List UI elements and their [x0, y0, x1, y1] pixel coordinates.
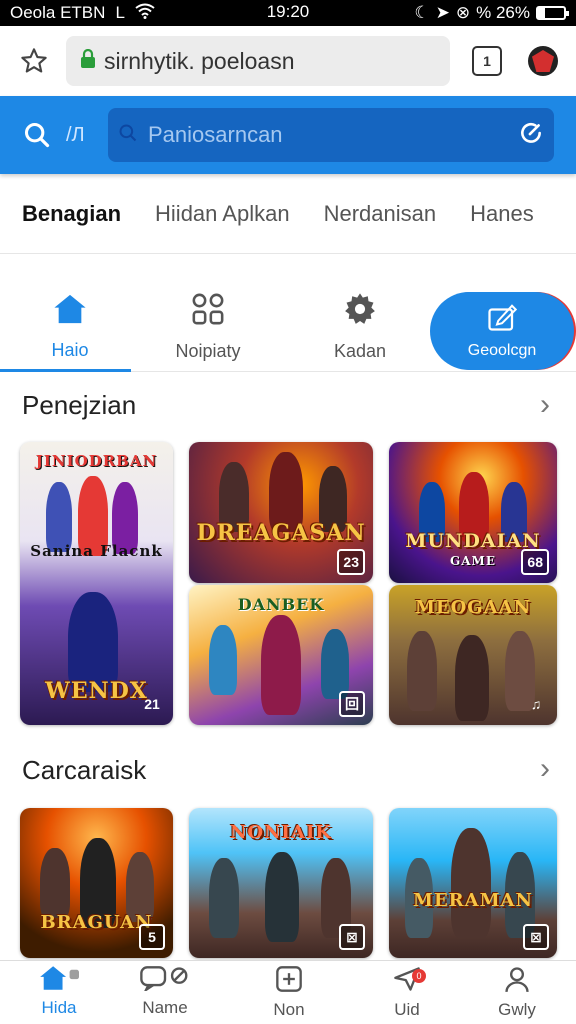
game-card[interactable]: MEOGAAN ♫	[389, 585, 557, 725]
url-field[interactable]: sirnhytik. poeloasn	[66, 36, 450, 86]
category-row: Benagian Hiidan Aplkan Nerdanisan Hanes	[0, 174, 576, 254]
tab-label: Haio	[51, 340, 89, 360]
home-icon	[53, 293, 87, 330]
hero-figure	[455, 635, 489, 721]
tab-apps[interactable]: Noipiaty	[138, 282, 278, 372]
hero-figure	[261, 615, 301, 715]
card-title: JINIODRBAN	[35, 452, 158, 470]
hero-figure	[68, 592, 118, 692]
add-icon	[275, 965, 303, 998]
game-card[interactable]: DREAGASAN 23	[189, 442, 373, 583]
tab-bar: Haio Noipiaty Kadan Geoolcgn	[0, 282, 576, 372]
bottom-nav: Hida Name Non 0 Uid Gwly	[0, 960, 576, 1024]
card-badge: 68	[521, 549, 549, 575]
card-badge: ⊠	[339, 924, 365, 950]
home-icon	[39, 965, 79, 996]
hero-figure	[407, 631, 437, 711]
refresh-icon[interactable]	[518, 120, 544, 151]
grid-icon	[191, 292, 225, 331]
search-input[interactable]: Paniosarncan	[108, 108, 554, 162]
bottom-nav-label: Hida	[41, 998, 77, 1017]
game-card[interactable]: NONIAIK ⊠	[189, 808, 373, 958]
tab-label: Kadan	[333, 341, 387, 361]
card-subtitle: Sanina Flacnk	[30, 542, 163, 560]
tab-label: Noipiaty	[175, 341, 241, 361]
category-item[interactable]: Hanes	[470, 201, 534, 227]
section-title: Carcaraisk	[22, 755, 147, 785]
card-title: NONIAIK	[229, 822, 333, 843]
bottom-nav-add[interactable]: Non	[234, 965, 344, 1020]
tab-edit[interactable]: Geoolcgn	[430, 292, 574, 370]
game-card[interactable]: MERAMAN ⊠	[389, 808, 557, 958]
bottom-nav-profile[interactable]: Gwly	[462, 965, 572, 1020]
bottom-nav-notifications[interactable]: 0 Uid	[352, 965, 462, 1020]
network-label: L	[115, 3, 125, 22]
game-card[interactable]: JINIODRBAN Sanina Flacnk WENDX 21	[20, 442, 173, 725]
card-title: DANBEK	[237, 595, 325, 614]
tab-settings[interactable]: Kadan	[290, 282, 430, 372]
chat-icon	[138, 965, 192, 996]
hero-figure	[321, 629, 349, 699]
card-title: MEOGAAN	[414, 597, 532, 618]
card-badge: ⊠	[523, 924, 549, 950]
category-item[interactable]: Nerdanisan	[324, 201, 437, 227]
card-badge: 5	[139, 924, 165, 950]
category-item[interactable]: Hiidan Aplkan	[155, 201, 290, 227]
card-badge: ♫	[530, 696, 542, 712]
hero-figure	[451, 828, 491, 938]
chevron-right-icon[interactable]: ›	[540, 388, 550, 422]
profile-avatar[interactable]	[528, 46, 558, 76]
card-title: MERAMAN	[413, 890, 533, 911]
tab-home[interactable]: Haio	[0, 282, 140, 372]
bottom-nav-home[interactable]: Hida	[4, 965, 114, 1018]
battery-fill	[538, 8, 545, 18]
status-bar: Oeola ETBN L 19:20 ☾ ➤ ⊗ % 26%	[0, 0, 576, 26]
wifi-icon	[135, 3, 155, 24]
notification-badge: 0	[412, 969, 426, 983]
category-item[interactable]: Benagian	[22, 201, 121, 227]
browser-toolbar: sirnhytik. poeloasn 1	[0, 26, 576, 96]
search-icon[interactable]	[22, 120, 52, 150]
card-title: DREAGASAN	[196, 520, 366, 546]
hero-figure	[40, 848, 70, 918]
battery-icon	[536, 6, 569, 20]
location-icon: ➤	[435, 3, 450, 22]
section-title: Penejzian	[22, 390, 137, 420]
bottom-nav-label: Non	[273, 1000, 305, 1019]
chevron-right-icon[interactable]: ›	[540, 752, 550, 786]
search-bar: /Л Paniosarncan	[0, 96, 576, 174]
voice-icon[interactable]: /Л	[66, 124, 94, 147]
url-text: sirnhytik. poeloasn	[104, 47, 295, 74]
search-field-icon	[118, 123, 138, 148]
search-placeholder: Paniosarncan	[148, 122, 283, 147]
game-card[interactable]: DANBEK 回	[189, 585, 373, 725]
bookmark-star-icon[interactable]	[16, 43, 52, 79]
hero-figure	[209, 858, 239, 938]
bottom-nav-label: Uid	[394, 1000, 420, 1019]
hero-figure	[209, 625, 237, 695]
edit-icon	[487, 303, 518, 336]
battery-label: % 26%	[476, 3, 530, 22]
tab-switcher-button[interactable]: 1	[472, 46, 502, 76]
alarm-icon: ⊗	[455, 3, 471, 22]
game-card[interactable]: BRAGUAN 5	[20, 808, 173, 958]
moon-icon: ☾	[414, 3, 430, 22]
hero-figure	[265, 852, 299, 942]
card-badge: 23	[337, 549, 365, 575]
card-badge: 回	[339, 691, 365, 717]
card-badge: 21	[144, 696, 160, 712]
user-icon	[503, 965, 531, 998]
bottom-nav-messages[interactable]: Name	[110, 965, 220, 1018]
game-card[interactable]: MUNDAIAN GAME 68	[389, 442, 557, 583]
bottom-nav-label: Gwly	[498, 1000, 536, 1019]
lock-icon	[80, 48, 96, 75]
carrier-label: Oeola ETBN	[10, 3, 106, 22]
gear-icon	[343, 292, 377, 331]
bottom-nav-label: Name	[142, 998, 188, 1017]
tab-label: Geoolcgn	[467, 341, 537, 359]
active-tab-indicator	[0, 369, 131, 372]
